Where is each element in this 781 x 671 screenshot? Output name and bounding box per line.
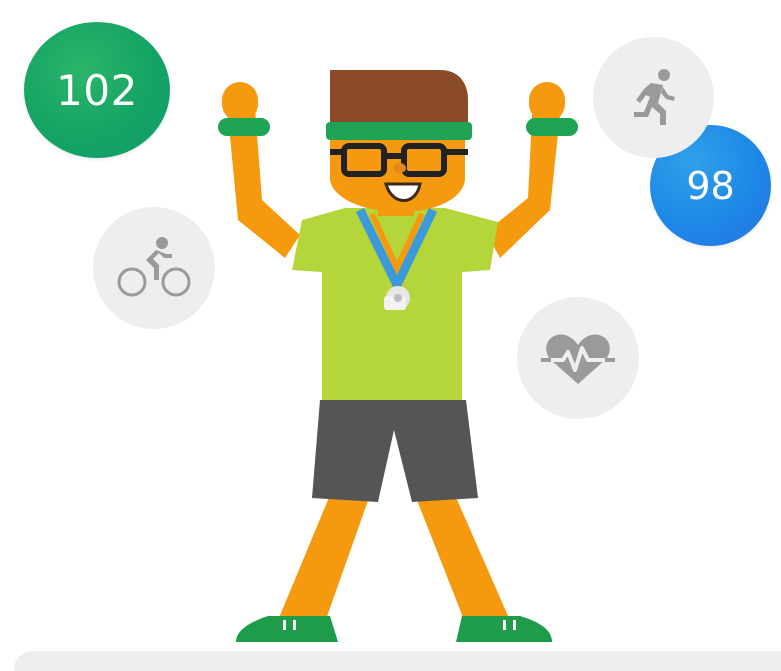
hair [330,70,468,128]
shorts [312,400,478,502]
headband [326,122,472,140]
legs [276,495,512,625]
athlete-character-illustration [218,70,578,642]
